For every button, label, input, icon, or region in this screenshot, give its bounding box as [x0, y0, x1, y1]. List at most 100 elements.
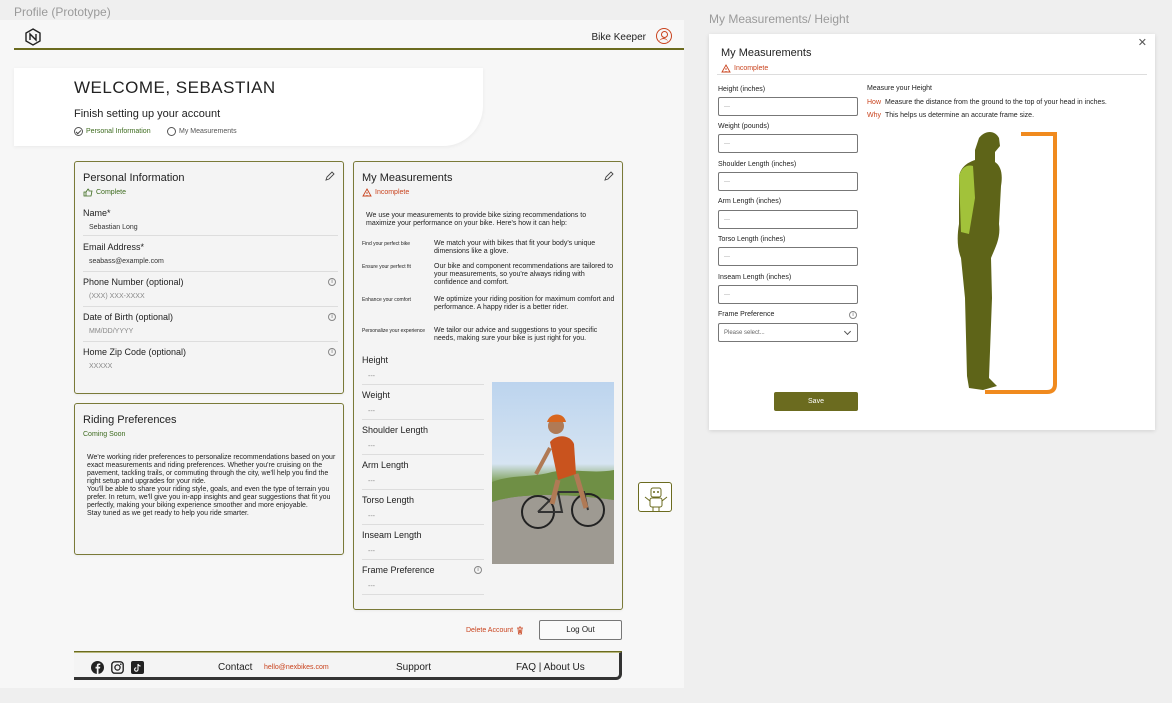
inseam-length-value: Inseam Length ---: [362, 530, 484, 560]
arm-length-input[interactable]: ---: [718, 210, 858, 229]
riding-paragraph: You'll be able to share your riding styl…: [87, 486, 331, 509]
how-text: Measure the distance from the ground to …: [885, 99, 1107, 106]
weight-value: Weight ---: [362, 390, 484, 420]
field-label: Inseam Length: [362, 530, 422, 540]
info-icon[interactable]: i: [328, 313, 336, 321]
status-coming-soon: Coming Soon: [83, 431, 126, 438]
info-icon[interactable]: i: [849, 311, 857, 319]
status-incomplete: Incomplete: [721, 64, 768, 73]
welcome-subtitle: Finish setting up your account: [74, 108, 221, 120]
benefit-desc: We optimize your riding position for max…: [434, 296, 615, 311]
field-value: ---: [368, 583, 375, 590]
tiktok-icon[interactable]: [131, 661, 144, 674]
email-link[interactable]: hello@nexbikes.com: [264, 664, 329, 671]
close-icon[interactable]: ✕: [1138, 36, 1147, 49]
delete-account-label: Delete Account: [466, 627, 514, 634]
info-icon[interactable]: i: [474, 566, 482, 574]
measurements-modal: My Measurements ✕ Incomplete Height (inc…: [709, 34, 1155, 430]
field-label: Weight: [362, 390, 390, 400]
check-circle-icon: [74, 127, 83, 136]
benefit-key: Ensure your perfect fit: [362, 264, 411, 270]
height-input[interactable]: ---: [718, 97, 858, 116]
benefit-item: Ensure your perfect fit Our bike and comp…: [362, 263, 616, 287]
info-icon[interactable]: i: [328, 278, 336, 286]
divider: [717, 74, 1147, 75]
shoulder-length-input[interactable]: ---: [718, 172, 858, 191]
benefit-desc: Our bike and component recommendations a…: [434, 263, 613, 286]
frame-preference-select[interactable]: Please select...: [718, 323, 858, 342]
weight-label: Weight (pounds): [718, 123, 770, 130]
welcome-banner: WELCOME, SEBASTIAN Finish setting up you…: [14, 68, 483, 146]
field-value: Sebastian Long: [89, 224, 138, 231]
benefit-key: Personalize your experience: [362, 328, 426, 334]
contact-link[interactable]: Contact: [218, 662, 252, 673]
card-title: Riding Preferences: [83, 414, 177, 426]
step-label: Personal Information: [86, 128, 151, 135]
nex-logo-icon[interactable]: [24, 28, 42, 46]
profile-avatar-icon[interactable]: [656, 28, 672, 44]
dob-field[interactable]: Date of Birth (optional) i MM/DD/YYYY: [83, 312, 338, 342]
card-title: Personal Information: [83, 172, 185, 184]
field-value: ---: [368, 408, 375, 415]
support-link[interactable]: Support: [396, 662, 431, 673]
field-label: Shoulder Length: [362, 425, 429, 435]
riding-paragraph: We're working rider preferences to perso…: [87, 454, 336, 485]
benefit-item: Enhance your comfort We optimize your rid…: [362, 296, 616, 312]
field-label: Arm Length: [362, 460, 409, 470]
frame-label-profile: Profile (Prototype): [14, 5, 111, 19]
edit-pencil-icon[interactable]: [325, 171, 335, 181]
card-title: My Measurements: [362, 172, 453, 184]
inseam-length-label: Inseam Length (inches): [718, 274, 792, 281]
frame-preference-value: Frame Preference i ---: [362, 565, 484, 595]
name-field[interactable]: Name* Sebastian Long: [83, 208, 338, 236]
zip-field[interactable]: Home Zip Code (optional) i XXXXX: [83, 347, 338, 377]
edit-pencil-icon[interactable]: [604, 171, 614, 181]
inseam-length-input[interactable]: ---: [718, 285, 858, 304]
field-label: Email Address*: [83, 242, 145, 252]
delete-account-link[interactable]: Delete Account: [466, 626, 524, 635]
bike-keeper-label[interactable]: Bike Keeper: [592, 32, 646, 43]
field-label: Frame Preference: [362, 565, 435, 575]
thumbs-up-icon: [83, 188, 93, 197]
field-value: ---: [368, 513, 375, 520]
instagram-icon[interactable]: [111, 661, 124, 674]
frame-preference-label: Frame Preference: [718, 311, 775, 318]
info-icon[interactable]: i: [328, 348, 336, 356]
step-label: My Measurements: [179, 128, 237, 135]
step-personal-info[interactable]: Personal Information: [74, 127, 151, 136]
torso-length-label: Torso Length (inches): [718, 236, 786, 243]
riding-description: We're working rider preferences to perso…: [87, 454, 337, 518]
chatbot-button[interactable]: [638, 482, 672, 512]
field-label: Date of Birth (optional): [83, 312, 174, 322]
height-value: Height ---: [362, 355, 484, 385]
facebook-icon[interactable]: [91, 661, 104, 674]
logout-button[interactable]: Log Out: [539, 620, 622, 640]
field-value: seabass@example.com: [89, 258, 164, 265]
warning-triangle-icon: [721, 64, 731, 73]
field-value: ---: [368, 478, 375, 485]
field-value: ---: [368, 373, 375, 380]
step-measurements[interactable]: My Measurements: [167, 127, 237, 136]
faq-about-link[interactable]: FAQ | About Us: [516, 662, 585, 673]
status-label: Incomplete: [734, 65, 769, 72]
status-label: Incomplete: [375, 189, 410, 196]
benefit-item: Personalize your experience We tailor our…: [362, 327, 616, 343]
phone-field[interactable]: Phone Number (optional) i (XXX) XXX-XXXX: [83, 277, 338, 307]
guide-why: Why This helps us determine an accurate f…: [867, 112, 1034, 119]
save-button[interactable]: Save: [774, 392, 858, 411]
field-value: (XXX) XXX-XXXX: [89, 293, 145, 300]
field-label: Height: [362, 355, 389, 365]
shoulder-length-value: Shoulder Length ---: [362, 425, 484, 455]
robot-assistant-icon: [644, 487, 668, 511]
weight-input[interactable]: ---: [718, 134, 858, 153]
measurements-intro: We use your measurements to provide bike…: [366, 212, 587, 227]
measurements-card: My Measurements Incomplete We use your m…: [353, 161, 623, 610]
torso-length-input[interactable]: ---: [718, 247, 858, 266]
email-field[interactable]: Email Address* seabass@example.com: [83, 242, 338, 272]
field-label: Home Zip Code (optional): [83, 347, 187, 357]
top-bar: Bike Keeper: [14, 24, 684, 50]
field-value: XXXXX: [89, 363, 113, 370]
height-label: Height (inches): [718, 86, 766, 93]
riding-preferences-card: Riding Preferences Coming Soon We're wor…: [74, 403, 344, 555]
field-label: Phone Number (optional): [83, 277, 184, 287]
